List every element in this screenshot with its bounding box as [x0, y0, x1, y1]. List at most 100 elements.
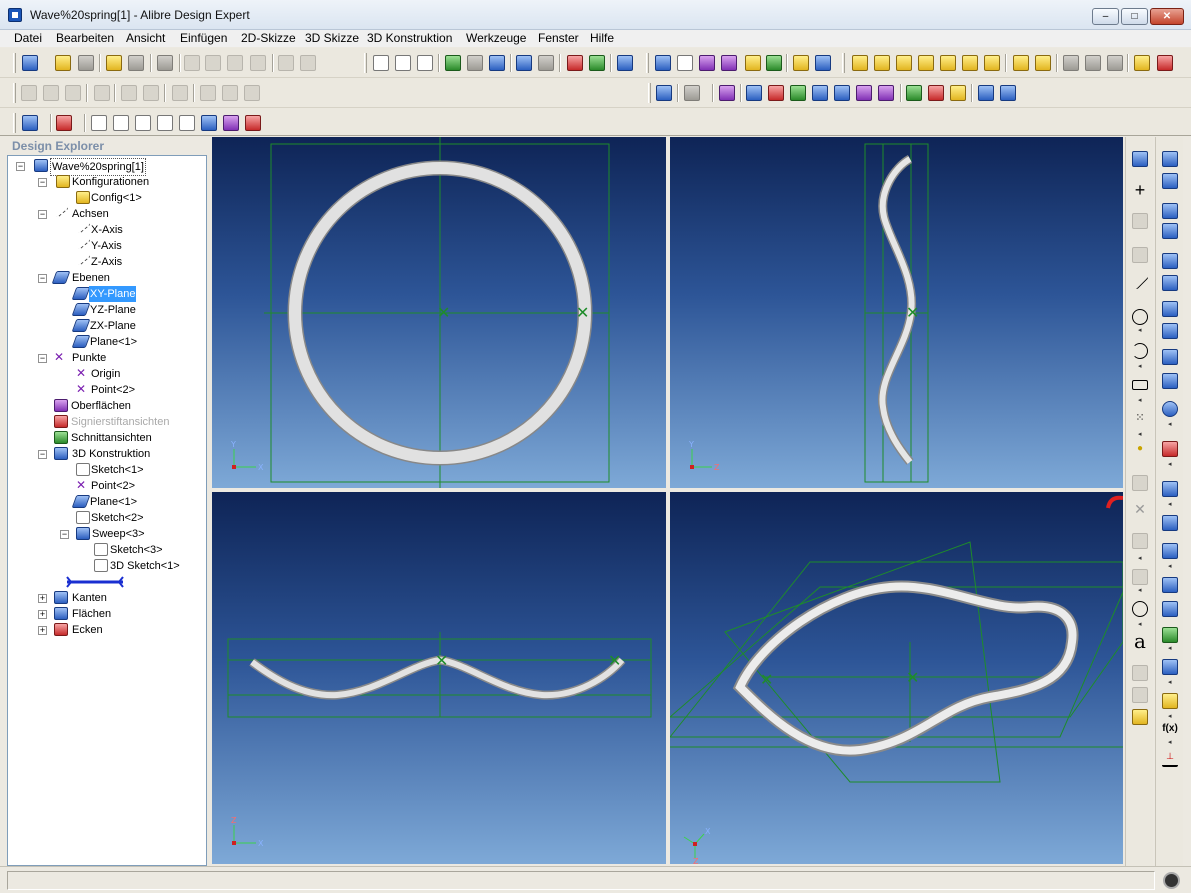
fillet-icon[interactable]	[1162, 401, 1178, 417]
collapse-icon[interactable]: −	[38, 274, 47, 283]
measure-icon[interactable]	[793, 55, 809, 71]
hole-icon[interactable]	[1162, 543, 1178, 559]
reference-line-icon[interactable]	[1132, 213, 1148, 229]
view-left-icon[interactable]	[896, 55, 912, 71]
dropdown-arrow-icon[interactable]: ◂	[1168, 461, 1172, 468]
dropdown-arrow-icon[interactable]: ◂	[1138, 327, 1142, 334]
extrude-cut-icon[interactable]	[1162, 173, 1178, 189]
intersect-icon[interactable]	[223, 115, 239, 131]
axis-icon[interactable]	[677, 55, 693, 71]
sketch-3d-icon[interactable]	[91, 115, 107, 131]
dropdown-arrow-icon[interactable]: ◂	[1138, 555, 1142, 562]
sweep-boss-icon[interactable]	[1162, 253, 1178, 269]
orient-icon[interactable]	[812, 85, 828, 101]
dropdown-arrow-icon[interactable]: ◂	[1168, 679, 1172, 686]
insert-part-icon[interactable]	[746, 85, 762, 101]
menu-einfuegen[interactable]: Einfügen	[180, 31, 227, 45]
dropdown-arrow-icon[interactable]: ◂	[1168, 501, 1172, 508]
app-icon[interactable]	[8, 8, 22, 22]
boolean-icon[interactable]	[1162, 627, 1178, 643]
cut-icon[interactable]	[184, 55, 200, 71]
dropdown-arrow-icon[interactable]: ◂	[1168, 739, 1172, 746]
collapse-icon[interactable]: −	[38, 210, 47, 219]
sweep-cut-icon[interactable]	[1162, 275, 1178, 291]
shell-icon[interactable]	[1162, 481, 1178, 497]
assembly-icon[interactable]	[656, 85, 672, 101]
arc-3d-icon[interactable]	[157, 115, 173, 131]
paste-icon[interactable]	[227, 55, 243, 71]
collapse-icon[interactable]: −	[38, 450, 47, 459]
angle-icon[interactable]	[856, 85, 872, 101]
config-table-icon[interactable]	[745, 55, 761, 71]
menu-3d-skizze[interactable]: 3D Skizze	[305, 31, 359, 45]
bom-icon[interactable]	[1000, 85, 1016, 101]
draft-icon[interactable]	[1162, 515, 1178, 531]
collapse-icon[interactable]: −	[38, 354, 47, 363]
menu-ansicht[interactable]: Ansicht	[126, 31, 165, 45]
point-icon[interactable]	[699, 55, 715, 71]
loft-boss-icon[interactable]	[1162, 301, 1178, 317]
dropdown-arrow-icon[interactable]: ◂	[1168, 421, 1172, 428]
zoom-fit-icon[interactable]	[489, 55, 505, 71]
surface-icon[interactable]	[721, 55, 737, 71]
viewport-front[interactable]: ✕ ✕ Y X	[212, 137, 666, 488]
design-tree[interactable]: − Wave%20spring[1] − Konfigurationen Con…	[7, 155, 207, 866]
import-icon[interactable]	[106, 55, 122, 71]
wrench-icon[interactable]	[1085, 55, 1101, 71]
toolbar-grip[interactable]	[842, 53, 845, 73]
pencil-icon[interactable]	[1134, 55, 1150, 71]
minimize-button[interactable]: –	[1092, 8, 1119, 25]
toolbar-grip[interactable]	[648, 83, 651, 103]
compass-icon[interactable]	[1163, 872, 1180, 889]
view-back-icon[interactable]	[874, 55, 890, 71]
rotate-right-icon[interactable]	[1035, 55, 1051, 71]
sketch-table-icon[interactable]	[244, 85, 260, 101]
extrude-boss-icon[interactable]	[1162, 151, 1178, 167]
dropdown-arrow-icon[interactable]: ◂	[1168, 645, 1172, 652]
move-face-icon[interactable]	[1162, 659, 1178, 675]
dropdown-arrow-icon[interactable]: ◂	[1138, 397, 1142, 404]
menu-hilfe[interactable]: Hilfe	[590, 31, 614, 45]
menu-2d-skizze[interactable]: 2D-Skizze	[241, 31, 296, 45]
print-icon[interactable]	[157, 55, 173, 71]
pattern-2d-icon[interactable]	[1132, 569, 1148, 585]
spline-icon[interactable]: ⁙	[1132, 411, 1148, 427]
rectangle-icon[interactable]	[1132, 380, 1148, 390]
zoom-in-icon[interactable]	[445, 55, 461, 71]
insert-image-icon[interactable]	[1132, 665, 1148, 681]
feature-icon[interactable]	[567, 55, 583, 71]
linear-pattern-icon[interactable]	[1162, 577, 1178, 593]
mass-properties-icon[interactable]	[815, 55, 831, 71]
target-icon[interactable]	[878, 85, 894, 101]
plane-icon[interactable]	[655, 55, 671, 71]
trim-icon[interactable]: ✕	[1132, 501, 1148, 517]
settings-icon[interactable]	[1107, 55, 1123, 71]
component-icon[interactable]	[719, 85, 735, 101]
close-button[interactable]: ✕	[1150, 8, 1184, 25]
dropdown-arrow-icon[interactable]: ◂	[1168, 563, 1172, 570]
revolve-icon[interactable]	[1162, 203, 1178, 219]
dropdown-arrow-icon[interactable]: ◂	[1138, 621, 1142, 628]
ground-icon[interactable]: ⊥	[1162, 751, 1178, 767]
rotate-left-icon[interactable]	[1013, 55, 1029, 71]
collapse-icon[interactable]: −	[60, 530, 69, 539]
explode-view-icon[interactable]	[950, 85, 966, 101]
equation-editor-icon[interactable]: f(x)	[1159, 723, 1181, 739]
view-bottom-icon[interactable]	[962, 55, 978, 71]
menu-3d-konstruktion[interactable]: 3D Konstruktion	[367, 31, 452, 45]
align-icon[interactable]	[790, 85, 806, 101]
zoom-window-icon[interactable]	[467, 55, 483, 71]
interference-icon[interactable]	[978, 85, 994, 101]
sketch-chamfer-icon[interactable]	[143, 85, 159, 101]
sketch-snap-icon[interactable]	[222, 85, 238, 101]
helix-spiral-icon[interactable]	[1162, 349, 1178, 365]
toolbar-grip[interactable]	[13, 83, 16, 103]
copy-icon[interactable]	[205, 55, 221, 71]
sketch-trim-icon[interactable]	[172, 85, 188, 101]
extrude-icon[interactable]	[589, 55, 605, 71]
thread-icon[interactable]	[1162, 373, 1178, 389]
view-front-icon[interactable]	[852, 55, 868, 71]
sketch-analysis-icon[interactable]	[1132, 709, 1148, 725]
menu-bearbeiten[interactable]: Bearbeiten	[56, 31, 114, 45]
helix-icon[interactable]	[179, 115, 195, 131]
